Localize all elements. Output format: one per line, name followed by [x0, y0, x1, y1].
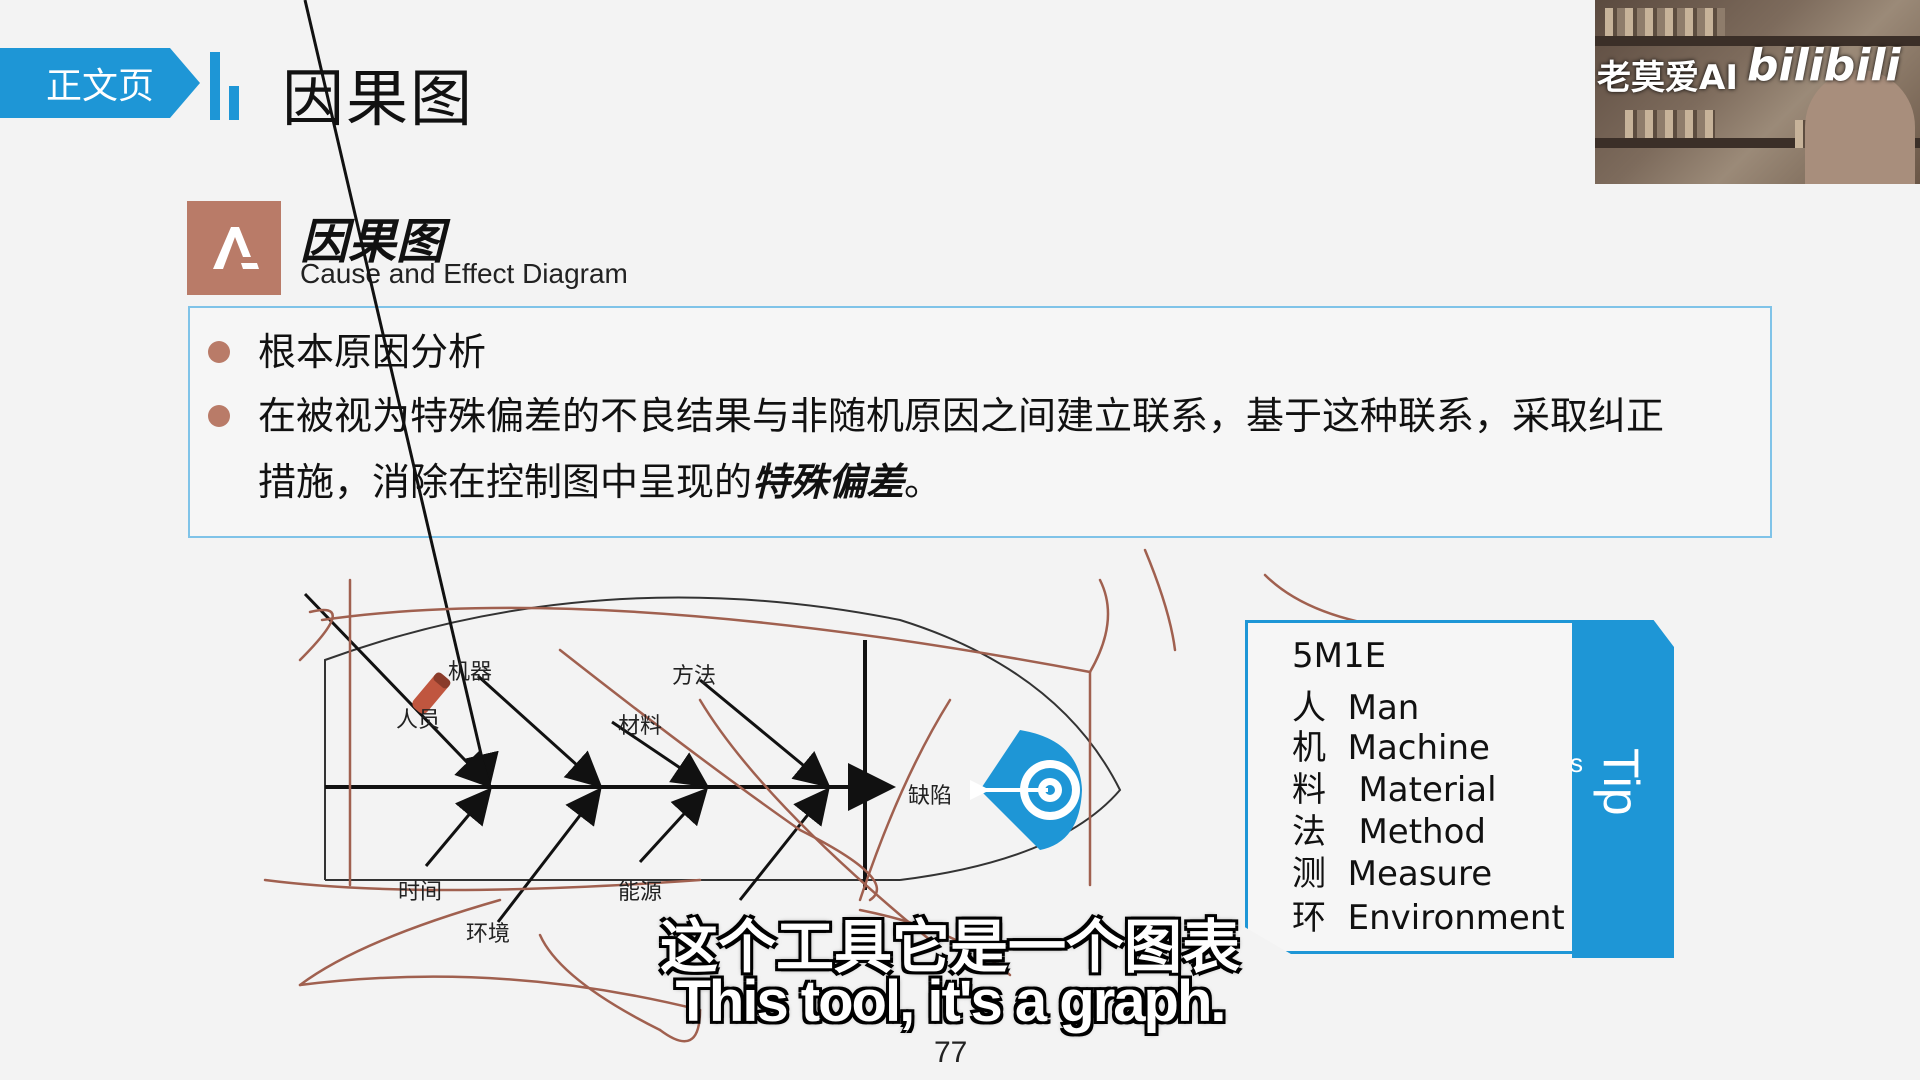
bone-personnel [303, 592, 493, 789]
target-arrow-icon [970, 730, 1082, 850]
fishbone-label-method: 方法 [672, 664, 717, 689]
bone-lower-right [738, 787, 830, 901]
bone-method [699, 678, 831, 788]
fishbone-label-material: 材料 [618, 714, 663, 739]
tips-heading: 5M1E [1292, 636, 1387, 676]
page-number: 77 [934, 1036, 968, 1069]
tips-label-text: Tip [1593, 748, 1649, 816]
tips-label: Tip [1592, 748, 1650, 816]
fishbone-label-defect: 缺陷 [908, 784, 953, 809]
fishbone-label-machine: 机器 [448, 660, 493, 685]
bone-machine [476, 674, 603, 789]
bone-energy [638, 787, 709, 864]
fishbone-label-personnel: 人员 [396, 708, 441, 733]
tips-item: 测 Measure [1292, 854, 1493, 894]
tips-label-cut: s [1570, 748, 1583, 778]
subtitle-en: This tool, it's a graph. [675, 969, 1226, 1034]
bone-time [424, 787, 492, 867]
